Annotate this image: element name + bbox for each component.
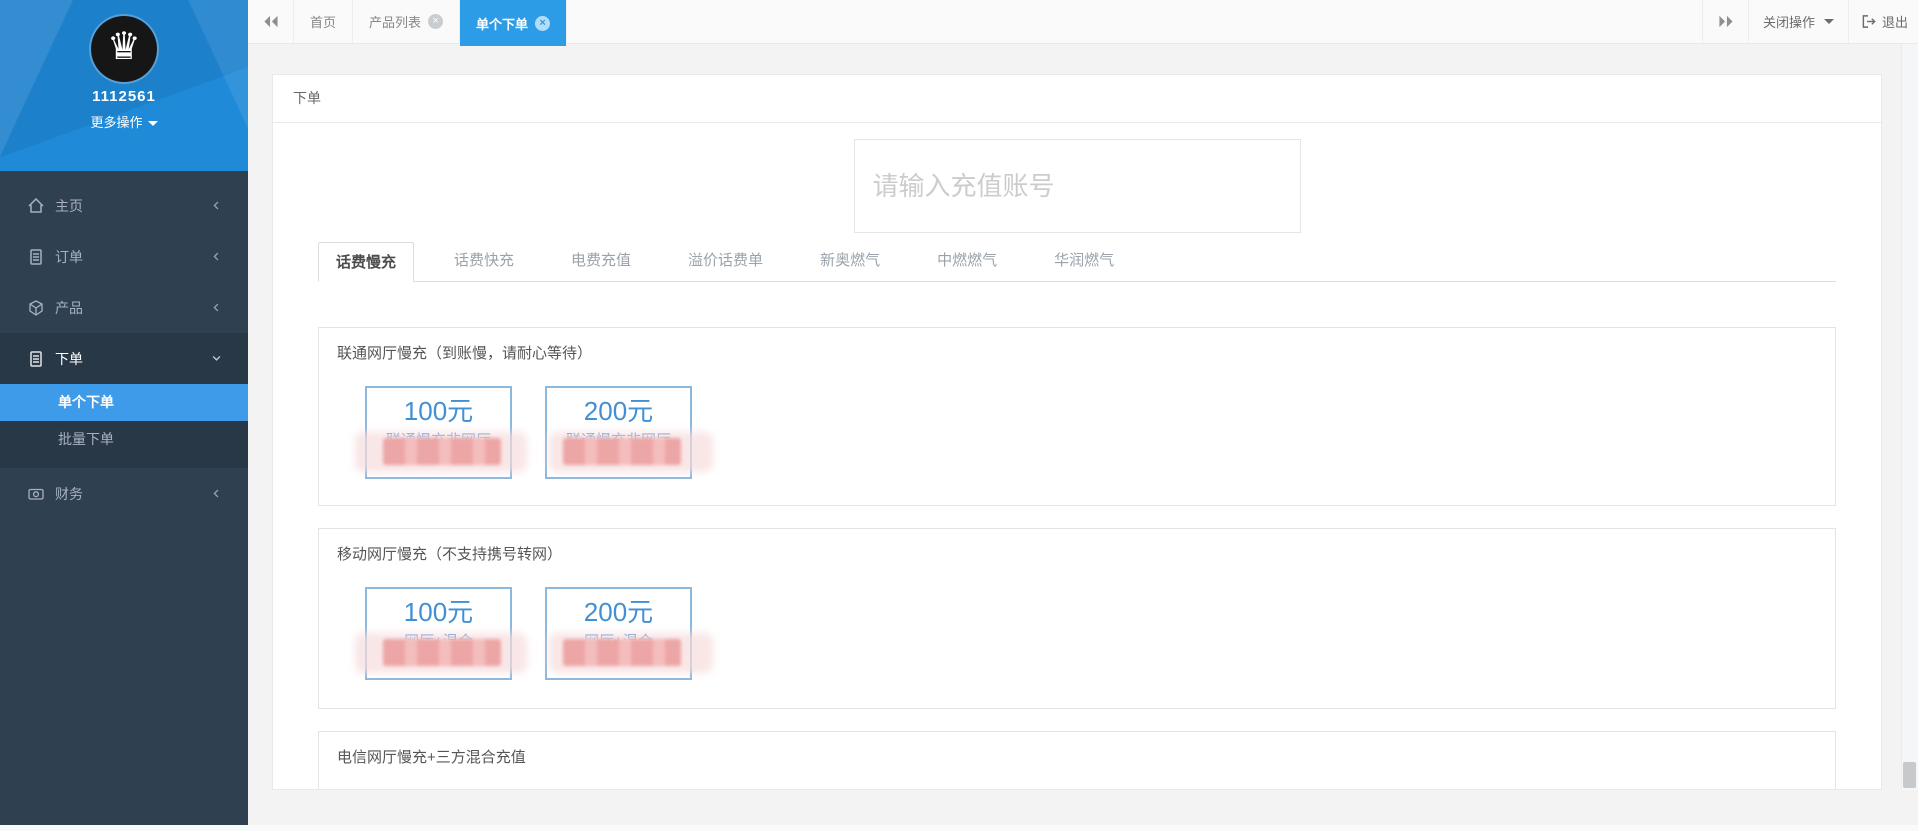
chevron-left-icon [213,252,219,261]
card-label: 网厅+混合 [584,633,653,650]
panel-title: 下单 [273,75,1881,123]
section-mobile-slow: 移动网厅慢充（不支持携号转网） 100元 网厅+混合 200元 网厅+混合 [318,528,1836,709]
close-operations-label: 关闭操作 [1762,15,1815,30]
more-actions-label: 更多操作 [90,115,143,130]
content-scrollbar-track[interactable] [1901,44,1918,790]
card-price: 200元 [583,396,654,426]
sidebar-group-place-order: 下单 单个下单 批量下单 [0,333,248,468]
card-row: 100元 联通慢充非网厅 200元 联通慢充非网厅 [355,386,1835,479]
close-operations-dropdown[interactable]: 关闭操作 [1747,0,1848,43]
content-scrollbar-thumb[interactable] [1903,762,1916,788]
chevron-left-icon [213,201,219,210]
caret-down-icon [147,121,158,127]
tab-home[interactable]: 首页 [294,0,354,43]
username: 1112561 [92,88,156,105]
close-tab-icon[interactable]: × [535,15,551,31]
tab-label: 产品列表 [369,15,422,30]
section-title: 联通网厅慢充（到账慢，请耐心等待） [337,345,593,362]
sidebar-item-label: 财务 [55,485,83,502]
sign-out-icon [1862,15,1876,28]
place-order-submenu: 单个下单 批量下单 [0,384,248,468]
logout-label: 退出 [1881,15,1908,30]
section-title: 移动网厅慢充（不支持携号转网） [337,546,563,563]
panel-body: 话费慢充 话费快充 电费充值 溢价话费单 新奥燃气 中燃燃气 华润燃气 联通网厅… [273,123,1881,789]
product-card-200[interactable]: 200元 联通慢充非网厅 [545,386,713,479]
sidebar-item-orders[interactable]: 订单 [0,231,248,282]
tab-single-order[interactable]: 单个下单 × [460,0,568,46]
cube-icon [29,299,43,316]
bottom-strip [0,825,1918,831]
tab-huarun-gas[interactable]: 华润燃气 [1037,241,1131,281]
sidebar-item-label: 订单 [55,248,83,265]
recharge-account-input[interactable] [853,139,1301,233]
sidebar-item-batch-order[interactable]: 批量下单 [0,421,248,458]
card-label: 联通慢充非网厅 [385,432,491,449]
order-panel: 下单 话费慢充 话费快充 电费充值 溢价话费单 新奥燃气 中燃燃气 华润燃气 联… [272,74,1882,790]
tab-label: 单个下单 [476,16,529,32]
card-label: 联通慢充非网厅 [565,432,671,449]
tab-premium-phone-order[interactable]: 溢价话费单 [671,241,780,281]
card-price: 100元 [403,396,474,426]
sidebar-item-label: 产品 [55,299,83,316]
sidebar-item-single-order[interactable]: 单个下单 [0,384,248,421]
money-icon [28,488,44,500]
product-card-100[interactable]: 100元 网厅+混合 [355,587,527,680]
crown-logo-icon: ♛ [91,16,157,82]
sidebar-item-place-order[interactable]: 下单 [0,333,248,384]
product-card-200[interactable]: 200元 网厅+混合 [545,587,713,680]
sidebar-item-label: 下单 [55,350,83,367]
product-card-100[interactable]: 100元 联通慢充非网厅 [355,386,527,479]
sidebar-nav: 主页 订单 产品 下单 单个下单 批量下单 财务 [0,171,248,519]
profile-area: ♛ 1112561 更多操作 [0,0,248,171]
main-content-area: 下单 话费慢充 话费快充 电费充值 溢价话费单 新奥燃气 中燃燃气 华润燃气 联… [248,44,1918,825]
sidebar-item-home[interactable]: 主页 [0,180,248,231]
chevron-left-icon [213,489,219,498]
card-label: 网厅+混合 [404,633,473,650]
top-tab-bar: 首页 产品列表 × 单个下单 × 关闭操作 退出 [248,0,1918,46]
chevron-down-icon [212,355,221,361]
tabs-scroll-right-button[interactable] [1701,0,1748,43]
tab-phone-fast-recharge[interactable]: 话费快充 [437,241,531,281]
section-title: 电信网厅慢充+三方混合充值 [337,749,526,766]
sidebar: ♛ 1112561 更多操作 主页 订单 产品 下单 单个下单 批量下单 财务 [0,0,248,825]
section-telecom-mixed: 电信网厅慢充+三方混合充值 [318,731,1836,789]
caret-down-icon [1823,19,1834,24]
sidebar-item-finance[interactable]: 财务 [0,468,248,519]
tab-xinao-gas[interactable]: 新奥燃气 [803,241,897,281]
file-icon [30,248,42,265]
sidebar-item-label: 主页 [55,197,83,214]
tab-phone-slow-recharge[interactable]: 话费慢充 [318,242,415,282]
product-category-tabs: 话费慢充 话费快充 电费充值 溢价话费单 新奥燃气 中燃燃气 华润燃气 [318,241,1836,282]
tab-zhongran-gas[interactable]: 中燃燃气 [920,241,1014,281]
tab-label: 首页 [310,15,337,30]
tab-product-list[interactable]: 产品列表 × [353,0,461,43]
double-chevron-left-icon [264,15,278,28]
card-price: 100元 [403,597,474,627]
logout-button[interactable]: 退出 [1847,0,1918,43]
card-row: 100元 网厅+混合 200元 网厅+混合 [355,587,1835,680]
more-actions-dropdown[interactable]: 更多操作 [90,112,158,131]
chevron-left-icon [213,303,219,312]
topbar-right-controls: 关闭操作 退出 [1701,0,1918,43]
tab-electricity-recharge[interactable]: 电费充值 [554,241,648,281]
sidebar-item-products[interactable]: 产品 [0,282,248,333]
card-price: 200元 [583,597,654,627]
double-chevron-right-icon [1719,15,1733,28]
home-icon [28,197,44,213]
close-tab-icon[interactable]: × [428,14,444,29]
tabs-scroll-left-button[interactable] [248,0,294,43]
section-unicom-slow: 联通网厅慢充（到账慢，请耐心等待） 100元 联通慢充非网厅 200元 联通慢充… [318,327,1836,506]
file-icon [30,350,42,367]
